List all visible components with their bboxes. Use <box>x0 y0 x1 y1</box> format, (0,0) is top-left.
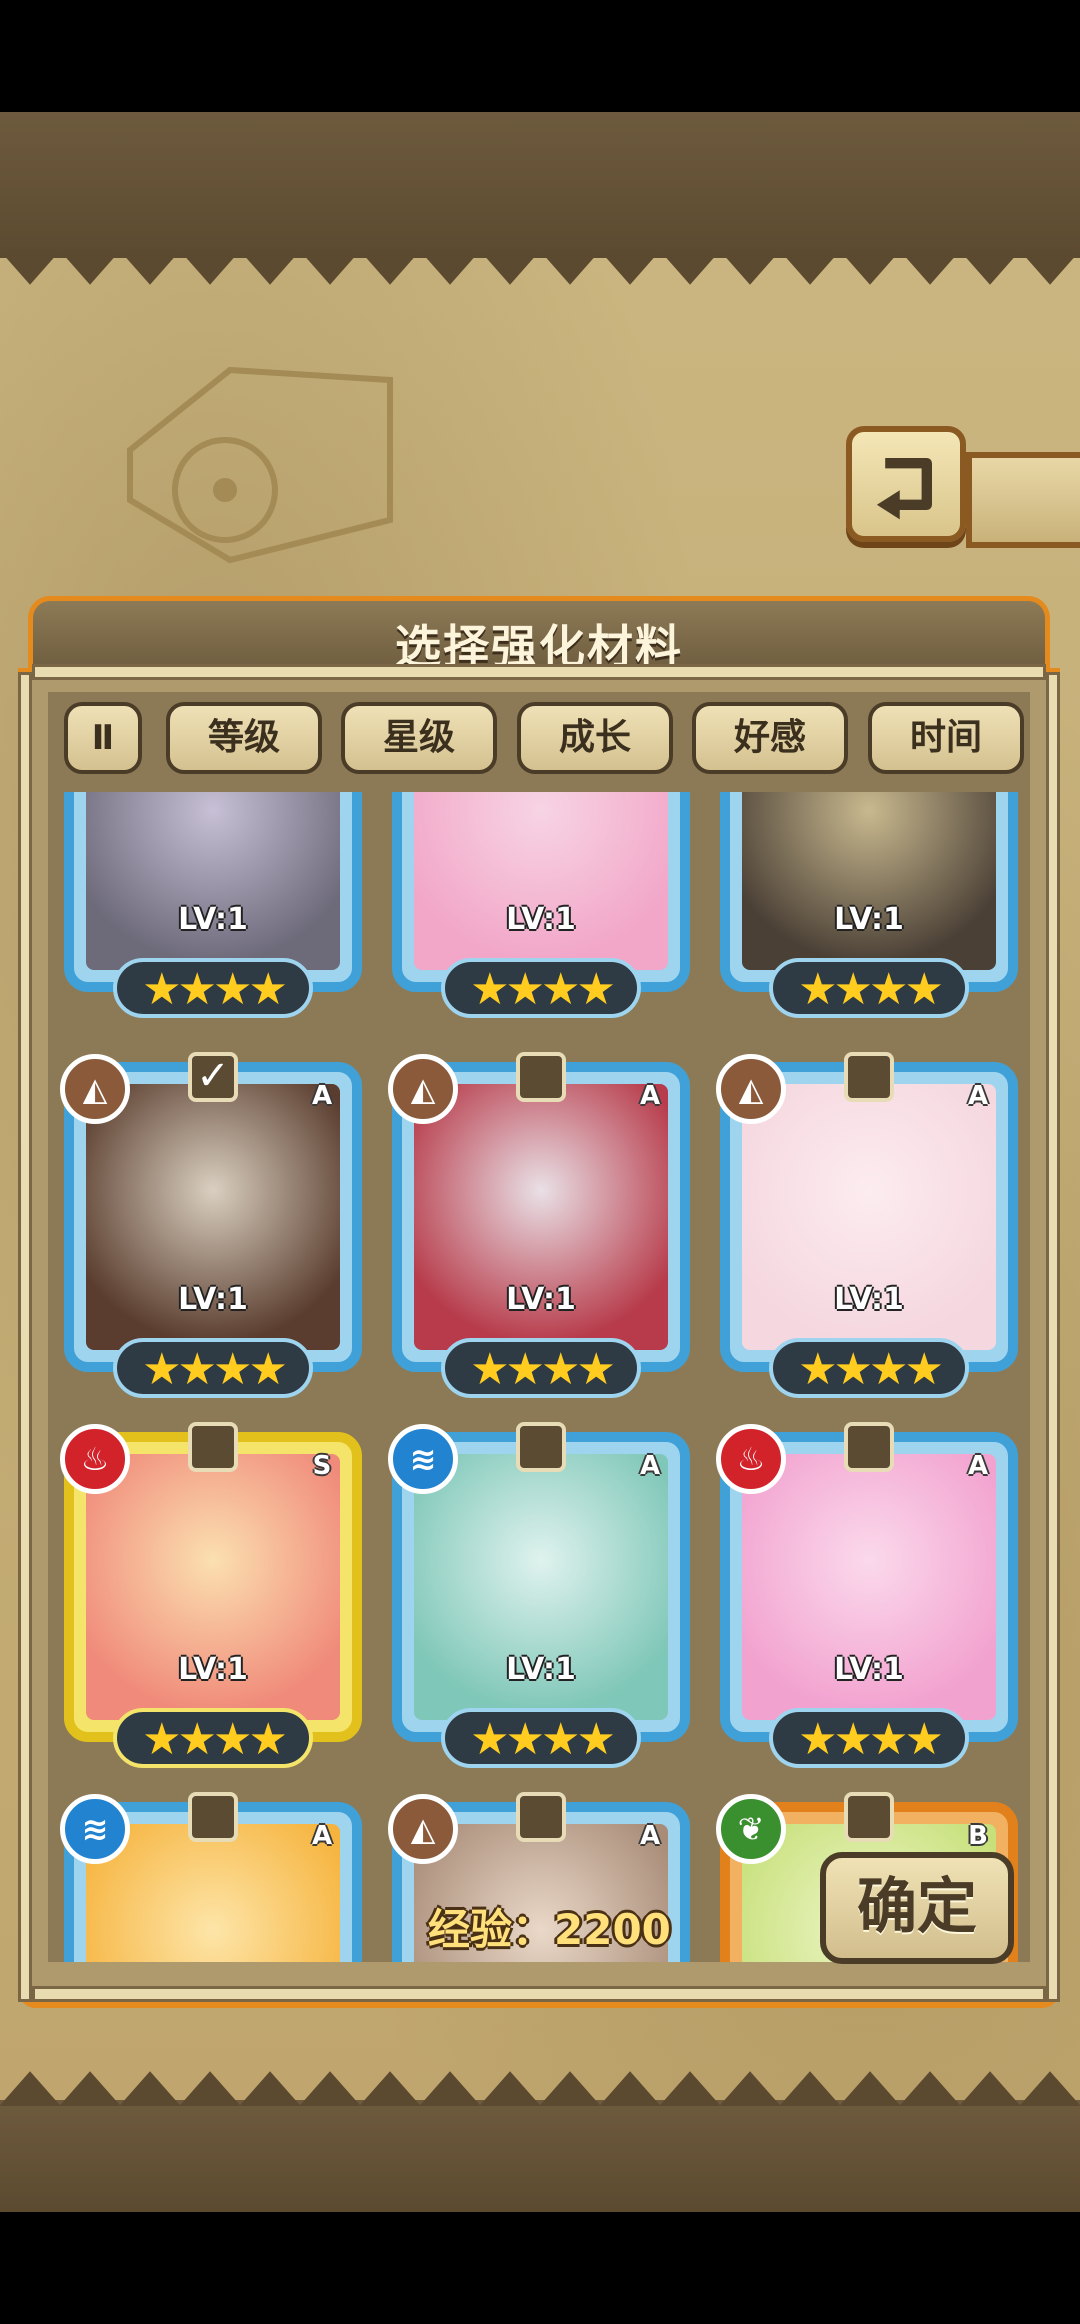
rank-badge: A <box>311 1821 333 1851</box>
material-list-area: Ⅱ 等级 星级 成长 好感 时间 LV:1 ★★★★ LV:1 ★★★★ LV:1 ★★★… <box>48 692 1030 1962</box>
wood-element-icon: ❦ <box>716 1794 786 1864</box>
character-portrait <box>414 792 668 970</box>
rank-badge: S <box>312 1451 332 1481</box>
fire-element-icon: ♨ <box>716 1424 786 1494</box>
material-card-grid: LV:1 ★★★★ LV:1 ★★★★ LV:1 ★★★★ LV:1 ★★★★ ◭ ✓ A LV:1 ★… <box>48 792 1030 1962</box>
select-checkbox[interactable] <box>844 1052 894 1102</box>
character-portrait <box>86 792 340 970</box>
bottom-dark-band <box>0 2100 1080 2212</box>
card-level-label: LV:1 <box>178 1282 248 1317</box>
select-checkbox[interactable] <box>516 1052 566 1102</box>
material-card[interactable]: LV:1 ★★★★ ◭ A <box>716 1052 1018 1404</box>
card-level-label: LV:1 <box>834 902 904 937</box>
star-rating: ★★★★ <box>441 1338 641 1398</box>
select-checkbox[interactable] <box>188 1792 238 1842</box>
water-element-icon: ≋ <box>60 1794 130 1864</box>
rank-badge: A <box>639 1081 661 1111</box>
card-level-label: LV:1 <box>834 1282 904 1317</box>
back-button[interactable] <box>846 426 966 542</box>
select-checkbox[interactable] <box>516 1422 566 1472</box>
earth-element-icon: ◭ <box>716 1054 786 1124</box>
filter-level-button[interactable]: 等级 <box>166 702 322 774</box>
material-card[interactable]: LV:1 ★★★★ ♨ S <box>60 1422 362 1774</box>
material-card[interactable]: LV:1 ★★★★ <box>392 792 690 1024</box>
material-card[interactable]: ≋ A <box>60 1792 362 1962</box>
card-level-label: LV:1 <box>506 1652 576 1687</box>
panel-frame-top <box>32 664 1046 680</box>
star-rating: ★★★★ <box>441 1708 641 1768</box>
card-level-label: LV:1 <box>178 902 248 937</box>
filter-growth-button[interactable]: 成长 <box>517 702 673 774</box>
panel-frame-left <box>18 672 32 2002</box>
star-rating: ★★★★ <box>769 1708 969 1768</box>
material-card[interactable]: LV:1 ★★★★ <box>720 792 1018 1024</box>
character-portrait <box>742 792 996 970</box>
earth-element-icon: ◭ <box>388 1794 458 1864</box>
map-doodle-icon <box>127 366 393 564</box>
star-rating: ★★★★ <box>769 1338 969 1398</box>
rank-badge: A <box>639 1451 661 1481</box>
select-checkbox[interactable] <box>844 1422 894 1472</box>
select-checkbox[interactable]: ✓ <box>188 1052 238 1102</box>
star-rating: ★★★★ <box>113 1708 313 1768</box>
confirm-button[interactable]: 确定 <box>820 1852 1014 1964</box>
star-rating: ★★★★ <box>769 958 969 1018</box>
filter-row: Ⅱ 等级 星级 成长 好感 时间 <box>64 702 1024 782</box>
select-checkbox[interactable] <box>188 1422 238 1472</box>
rank-badge: A <box>967 1081 989 1111</box>
exp-total-label: 经验：2200 <box>428 1905 671 1954</box>
material-card[interactable]: LV:1 ★★★★ ◭ ✓ A <box>60 1052 362 1404</box>
rank-badge: A <box>639 1821 661 1851</box>
panel-frame-bottom <box>32 1986 1046 2002</box>
card-level-label: LV:1 <box>506 902 576 937</box>
material-card[interactable]: LV:1 ★★★★ <box>64 792 362 1024</box>
top-zigzag-border <box>0 250 1080 285</box>
material-card[interactable]: LV:1 ★★★★ ≋ A <box>388 1422 690 1774</box>
enhance-material-panel: 选择强化材料 Ⅱ 等级 星级 成长 好感 时间 LV:1 ★★★★ LV:1 ★★★★… <box>18 596 1060 2016</box>
return-arrow-icon <box>876 458 932 520</box>
water-element-icon: ≋ <box>388 1424 458 1494</box>
rank-badge: A <box>311 1081 333 1111</box>
star-rating: ★★★★ <box>441 958 641 1018</box>
star-rating: ★★★★ <box>113 1338 313 1398</box>
earth-element-icon: ◭ <box>388 1054 458 1124</box>
card-level-label: LV:1 <box>506 1282 576 1317</box>
filter-affection-button[interactable]: 好感 <box>692 702 848 774</box>
fire-element-icon: ♨ <box>60 1424 130 1494</box>
panel-title-bar: 选择强化材料 <box>28 596 1050 674</box>
material-card[interactable]: LV:1 ★★★★ ♨ A <box>716 1422 1018 1774</box>
select-checkbox[interactable] <box>844 1792 894 1842</box>
filter-star-button[interactable]: 星级 <box>341 702 497 774</box>
earth-element-icon: ◭ <box>60 1054 130 1124</box>
panel-frame-right <box>1046 672 1060 2002</box>
bottom-zigzag-border <box>0 2071 1080 2106</box>
material-card[interactable]: LV:1 ★★★★ ◭ A <box>388 1052 690 1404</box>
back-tab-extension <box>966 452 1080 548</box>
sort-order-button[interactable]: Ⅱ <box>64 702 142 774</box>
card-level-label: LV:1 <box>834 1652 904 1687</box>
select-checkbox[interactable] <box>516 1792 566 1842</box>
rank-badge: A <box>967 1451 989 1481</box>
star-rating: ★★★★ <box>113 958 313 1018</box>
rank-badge: B <box>968 1821 988 1851</box>
filter-time-button[interactable]: 时间 <box>868 702 1024 774</box>
card-level-label: LV:1 <box>178 1652 248 1687</box>
top-dark-band <box>0 112 1080 258</box>
